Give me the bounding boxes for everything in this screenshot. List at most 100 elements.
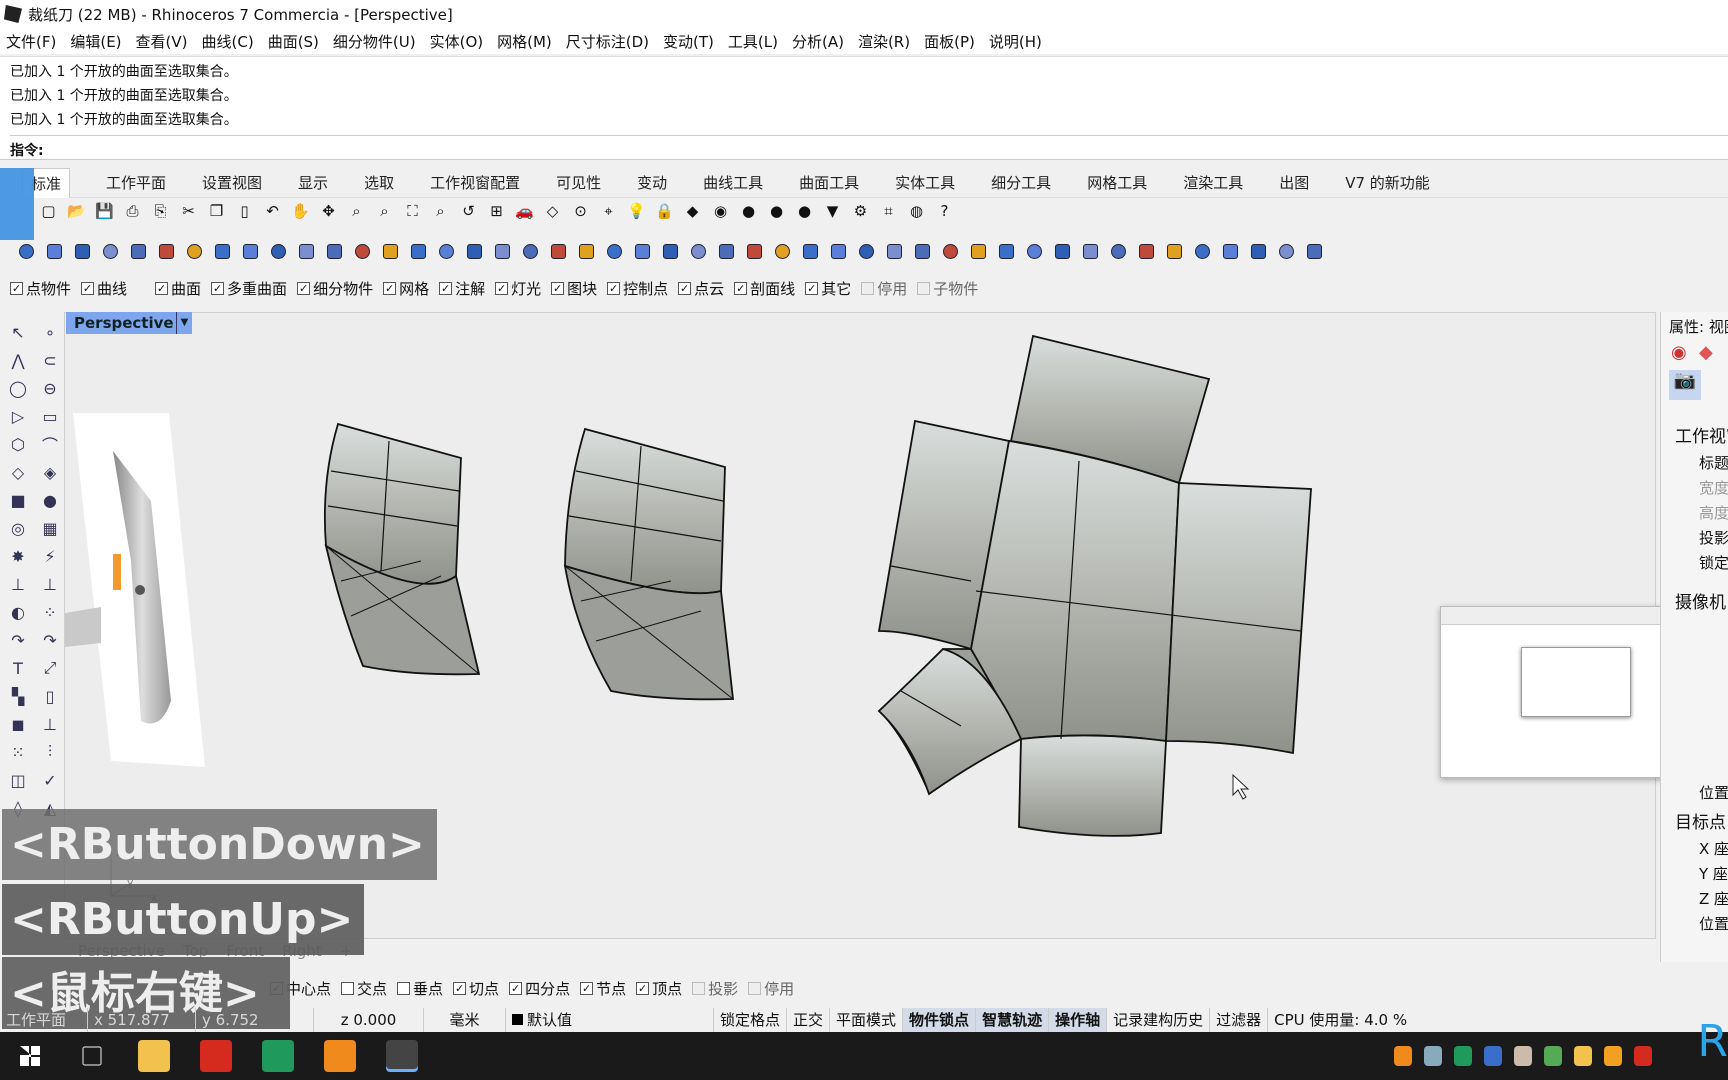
- color-wheel-icon[interactable]: ◉: [708, 200, 733, 222]
- osnap-checkbox-7[interactable]: 投影: [692, 978, 738, 999]
- tab-8[interactable]: 曲线工具: [703, 172, 763, 193]
- paste-icon[interactable]: ▯: [232, 200, 257, 222]
- surface-patch-icon[interactable]: ▦: [36, 514, 64, 542]
- checkbox-icon[interactable]: ✓: [805, 282, 819, 295]
- box-icon[interactable]: [14, 240, 39, 262]
- blend-icon[interactable]: [574, 240, 599, 262]
- menu-item[interactable]: 曲线(C): [202, 31, 254, 52]
- checkbox-icon[interactable]: ✓: [453, 982, 467, 995]
- tools-icon[interactable]: [966, 240, 991, 262]
- boolean-union-icon[interactable]: ●: [36, 486, 64, 514]
- surface-extrude-icon[interactable]: ◈: [36, 458, 64, 486]
- recorder-icon[interactable]: [262, 1040, 294, 1072]
- ungroup-icon[interactable]: ⁘: [36, 598, 64, 626]
- box-icon[interactable]: ■: [4, 486, 32, 514]
- search-app-icon[interactable]: [324, 1040, 356, 1072]
- save-icon[interactable]: 💾: [92, 200, 117, 222]
- solid-icon[interactable]: [490, 240, 515, 262]
- patch-icon[interactable]: [406, 240, 431, 262]
- pan-icon[interactable]: ✋: [288, 200, 313, 222]
- menu-item[interactable]: 编辑(E): [70, 31, 121, 52]
- checkbox-icon[interactable]: ✓: [81, 282, 95, 295]
- filter-checkbox-6[interactable]: ✓ 注解: [439, 278, 485, 299]
- tab-2[interactable]: 设置视图: [202, 172, 262, 193]
- checkbox-icon[interactable]: ✓: [155, 282, 169, 295]
- checkbox-icon[interactable]: ✓: [678, 282, 692, 295]
- polygon-icon[interactable]: ▷: [4, 402, 32, 430]
- status-toggle-2[interactable]: 平面模式: [830, 1008, 904, 1032]
- revolve-icon[interactable]: [266, 240, 291, 262]
- export-icon[interactable]: ⎘: [148, 200, 173, 222]
- tray-icon[interactable]: [1394, 1046, 1412, 1066]
- tab-5[interactable]: 工作视窗配置: [430, 172, 520, 193]
- filter-icon[interactable]: ▼: [820, 200, 845, 222]
- status-toggle-5[interactable]: 操作轴: [1049, 1008, 1108, 1032]
- list-icon[interactable]: [938, 240, 963, 262]
- tab-6[interactable]: 可见性: [556, 172, 601, 193]
- brush-icon[interactable]: [1134, 240, 1159, 262]
- filter-checkbox-12[interactable]: ✓ 其它: [805, 278, 851, 299]
- cap-icon[interactable]: [1162, 240, 1187, 262]
- ellipsoid-icon[interactable]: [182, 240, 207, 262]
- tab-10[interactable]: 实体工具: [895, 172, 955, 193]
- checkbox-icon[interactable]: [341, 982, 355, 995]
- filter-checkbox-0[interactable]: ✓ 点物件: [10, 278, 71, 299]
- boolean-icon[interactable]: [518, 240, 543, 262]
- undo-icon[interactable]: ↶: [260, 200, 285, 222]
- dimension-icon[interactable]: ⌗: [876, 200, 901, 222]
- tray-icon[interactable]: [1514, 1046, 1532, 1066]
- menu-item[interactable]: 细分物件(U): [333, 31, 416, 52]
- sphere-icon[interactable]: [154, 240, 179, 262]
- align-icon[interactable]: ▯: [36, 682, 64, 710]
- open-icon[interactable]: 📂: [64, 200, 89, 222]
- viewport-title-tab[interactable]: Perspective ▼: [66, 312, 192, 334]
- tray-icon[interactable]: [1574, 1046, 1592, 1066]
- menu-item[interactable]: 分析(A): [792, 31, 844, 52]
- filter-checkbox-7[interactable]: ✓ 灯光: [495, 278, 541, 299]
- cylinder-ring-icon[interactable]: ◎: [4, 514, 32, 542]
- menu-item[interactable]: 说明(H): [989, 31, 1042, 52]
- surface-left[interactable]: [323, 422, 481, 676]
- zoom-selected-icon[interactable]: ⌕: [428, 200, 453, 222]
- shaded-sphere-icon[interactable]: ●: [764, 200, 789, 222]
- surface-corner-icon[interactable]: ◇: [4, 458, 32, 486]
- surface-middle[interactable]: [563, 427, 735, 701]
- osnap-checkbox-1[interactable]: 交点: [341, 978, 387, 999]
- osnap-checkbox-5[interactable]: ✓ 节点: [580, 978, 626, 999]
- command-prompt-input[interactable]: 指令:: [10, 135, 1728, 160]
- ellipse-icon[interactable]: [826, 240, 851, 262]
- checkbox-icon[interactable]: ✓: [10, 282, 23, 295]
- menu-item[interactable]: 工具(L): [728, 31, 778, 52]
- chain-icon[interactable]: [742, 240, 767, 262]
- tray-icon[interactable]: [1604, 1046, 1622, 1066]
- undo-view-icon[interactable]: ↺: [456, 200, 481, 222]
- checkbox-icon[interactable]: [748, 982, 762, 995]
- grid-icon[interactable]: [910, 240, 935, 262]
- scale-icon[interactable]: ⤢: [36, 654, 64, 682]
- loft-icon[interactable]: [378, 240, 403, 262]
- mesh-sphere-icon[interactable]: [630, 240, 655, 262]
- funnel-icon[interactable]: [1274, 240, 1299, 262]
- filter-checkbox-4[interactable]: ✓ 细分物件: [297, 278, 373, 299]
- rectangle-icon[interactable]: ▭: [36, 402, 64, 430]
- rotate-view-icon[interactable]: ✥: [316, 200, 341, 222]
- filter-checkbox-1[interactable]: ✓ 曲线: [81, 278, 127, 299]
- select-arrow-icon[interactable]: ↖: [4, 318, 32, 346]
- explode-icon[interactable]: ✸: [4, 542, 32, 570]
- cplane-icon[interactable]: ◇: [540, 200, 565, 222]
- tab-1[interactable]: 工作平面: [106, 172, 166, 193]
- solid-box-icon[interactable]: ◼: [4, 710, 32, 738]
- blue-sphere-icon[interactable]: ●: [792, 200, 817, 222]
- checkbox-icon[interactable]: ✓: [734, 282, 748, 295]
- file-explorer-icon[interactable]: [138, 1040, 170, 1072]
- filter-checkbox-11[interactable]: ✓ 剖面线: [734, 278, 795, 299]
- layer-icon[interactable]: ◆: [680, 200, 705, 222]
- pyramid-icon[interactable]: [350, 240, 375, 262]
- tray-icon[interactable]: [1634, 1046, 1652, 1066]
- extrude-icon[interactable]: [322, 240, 347, 262]
- circle-icon[interactable]: ◯: [4, 374, 32, 402]
- surface-cross-assembly[interactable]: [877, 334, 1312, 837]
- menu-item[interactable]: 尺寸标注(D): [566, 31, 649, 52]
- menu-item[interactable]: 变动(T): [663, 31, 714, 52]
- tab-15[interactable]: V7 的新功能: [1345, 172, 1430, 193]
